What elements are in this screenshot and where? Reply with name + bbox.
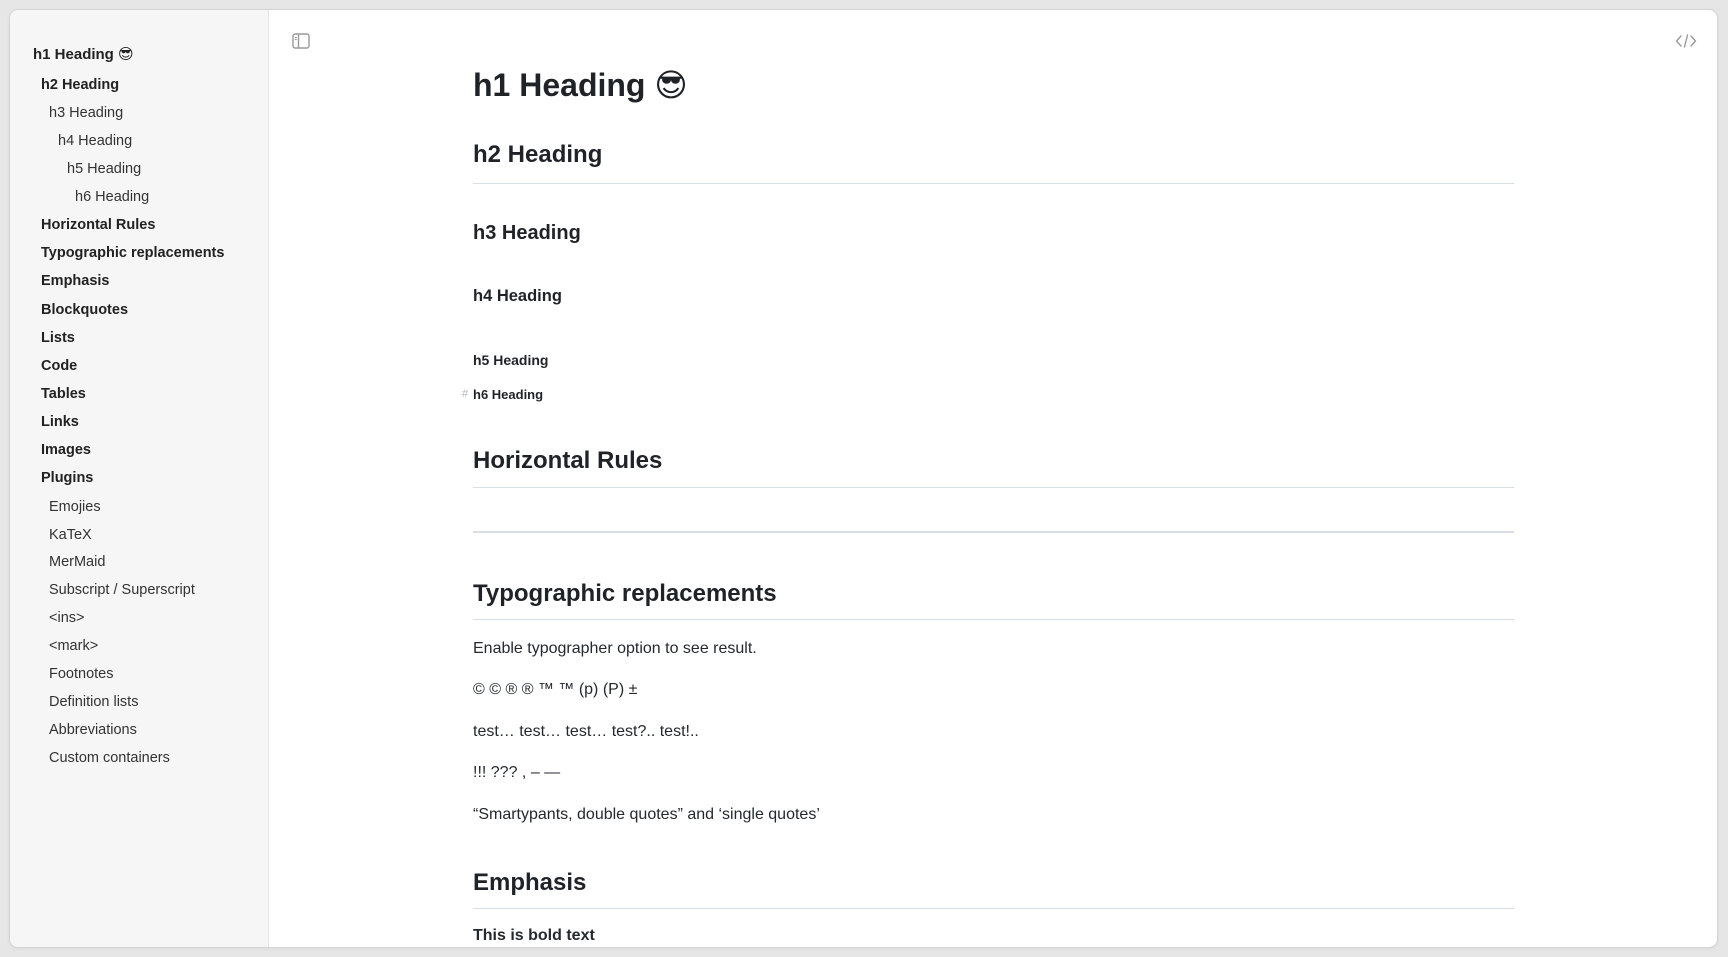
toc-item-typographic-replacements[interactable]: Typographic replacements — [41, 244, 224, 262]
h6-heading: h6 Heading — [473, 387, 544, 402]
typographic-replacements-heading: Typographic replacements — [473, 580, 777, 607]
toc-item-h6[interactable]: h6 Heading — [75, 188, 149, 206]
toc-item-emojies[interactable]: Emojies — [49, 498, 101, 516]
toc-item-links[interactable]: Links — [41, 413, 79, 431]
toc-sidebar: h1 Heading 😎 h2 Heading h3 Heading h4 He… — [10, 10, 269, 947]
toc-item-mark[interactable]: <mark> — [49, 637, 98, 655]
toc-item-abbreviations[interactable]: Abbreviations — [49, 721, 137, 739]
code-icon — [1675, 34, 1697, 48]
toc-item-h4[interactable]: h4 Heading — [58, 132, 132, 150]
toc-item-h5[interactable]: h5 Heading — [67, 160, 141, 178]
toc-item-code[interactable]: Code — [41, 357, 77, 375]
horizontal-rules-underline — [473, 487, 1514, 488]
typographic-paragraph-1: Enable typographer option to see result. — [473, 640, 757, 657]
typographic-paragraph-4: !!! ??? , – — — [473, 764, 561, 781]
toc-item-subscript-superscript[interactable]: Subscript / Superscript — [49, 581, 195, 599]
app-window: h1 Heading 😎 h2 Heading h3 Heading h4 He… — [10, 10, 1717, 947]
toc-item-images[interactable]: Images — [41, 441, 91, 459]
toc-item-mermaid[interactable]: MerMaid — [49, 553, 105, 571]
bold-text-paragraph: This is bold text — [473, 927, 595, 944]
h2-underline — [473, 183, 1514, 184]
toc-item-h1[interactable]: h1 Heading 😎 — [33, 46, 134, 64]
toc-item-horizontal-rules[interactable]: Horizontal Rules — [41, 216, 155, 234]
typographic-paragraph-3: test… test… test… test?.. test!.. — [473, 723, 699, 740]
code-view-button[interactable] — [1674, 29, 1698, 53]
toc-item-blockquotes[interactable]: Blockquotes — [41, 301, 128, 319]
h5-heading: h5 Heading — [473, 352, 549, 368]
toc-item-emphasis[interactable]: Emphasis — [41, 272, 110, 290]
toc-item-katex[interactable]: KaTeX — [49, 526, 92, 544]
toc-item-custom-containers[interactable]: Custom containers — [49, 749, 170, 767]
sidebar-toggle-icon — [292, 33, 310, 49]
toc-item-definition-lists[interactable]: Definition lists — [49, 693, 138, 711]
toc-item-h3[interactable]: h3 Heading — [49, 104, 123, 122]
h4-heading: h4 Heading — [473, 287, 562, 305]
emphasis-heading: Emphasis — [473, 869, 587, 896]
horizontal-rules-heading: Horizontal Rules — [473, 447, 663, 474]
h3-heading: h3 Heading — [473, 222, 581, 244]
h2-heading: h2 Heading — [473, 141, 603, 168]
sidebar-toggle-button[interactable] — [289, 29, 313, 53]
typographic-paragraph-5: “Smartypants, double quotes” and ‘single… — [473, 806, 820, 823]
heading-anchor-link[interactable]: # — [462, 388, 468, 400]
toc-item-plugins[interactable]: Plugins — [41, 469, 93, 487]
h1-heading: h1 Heading 😎 — [473, 67, 688, 103]
toc-item-h2[interactable]: h2 Heading — [41, 76, 119, 94]
typographic-paragraph-2: © © ® ® ™ ™ (p) (P) ± — [473, 681, 638, 698]
emphasis-underline — [473, 908, 1514, 909]
toc-item-ins[interactable]: <ins> — [49, 609, 84, 627]
typographic-underline — [473, 619, 1514, 620]
horizontal-rule — [473, 531, 1514, 533]
toc-item-lists[interactable]: Lists — [41, 329, 75, 347]
toc-item-footnotes[interactable]: Footnotes — [49, 665, 114, 683]
toc-item-tables[interactable]: Tables — [41, 385, 86, 403]
